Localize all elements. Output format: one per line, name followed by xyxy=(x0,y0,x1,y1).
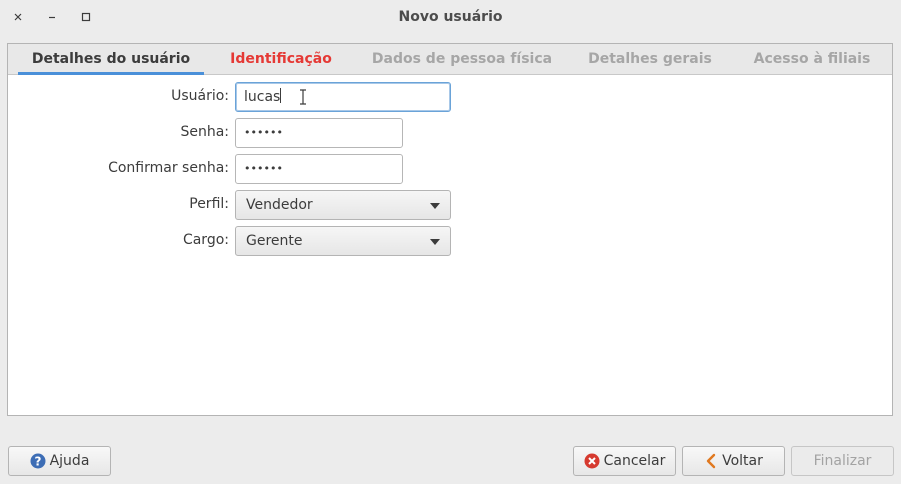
cargo-label: Cargo: xyxy=(182,232,229,248)
cancel-button[interactable]: Cancelar xyxy=(573,446,676,476)
confirmar-senha-row: Confirmar senha: xyxy=(0,154,229,184)
usuario-row: Usuário: xyxy=(0,82,229,112)
back-arrow-icon xyxy=(704,453,718,469)
usuario-value: lucas xyxy=(244,89,281,105)
tab-bar: Detalhes do usuário Identificação Dados … xyxy=(8,44,892,75)
chevron-down-icon xyxy=(430,203,440,209)
tab-dados-de-pessoa-fisica[interactable]: Dados de pessoa física xyxy=(368,44,556,75)
cancel-button-label: Cancelar xyxy=(603,453,666,469)
cargo-row: Cargo: xyxy=(0,226,229,256)
cancel-icon xyxy=(584,453,600,469)
finish-button-label: Finalizar xyxy=(813,453,872,469)
back-button[interactable]: Voltar xyxy=(682,446,785,476)
cargo-select[interactable]: Gerente xyxy=(235,226,451,256)
tab-acesso-a-filiais[interactable]: Acesso à filiais xyxy=(746,44,878,75)
text-caret xyxy=(280,88,282,103)
usuario-input[interactable]: lucas xyxy=(235,82,451,112)
senha-label: Senha: xyxy=(180,124,229,140)
back-button-label: Voltar xyxy=(722,453,763,469)
senha-input[interactable]: •••••• xyxy=(235,118,403,148)
perfil-label: Perfil: xyxy=(189,196,229,212)
confirmar-senha-label: Confirmar senha: xyxy=(108,160,229,176)
confirmar-senha-input[interactable]: •••••• xyxy=(235,154,403,184)
help-icon: ? xyxy=(30,453,46,469)
finish-button[interactable]: Finalizar xyxy=(791,446,894,476)
tab-identificacao[interactable]: Identificação xyxy=(220,44,342,75)
perfil-row: Perfil: xyxy=(0,190,229,220)
perfil-select[interactable]: Vendedor xyxy=(235,190,451,220)
title-bar: Novo usuário xyxy=(0,0,901,36)
text-cursor-icon xyxy=(300,89,306,105)
perfil-value: Vendedor xyxy=(246,197,313,213)
chevron-down-icon xyxy=(430,239,440,245)
help-button[interactable]: ? Ajuda xyxy=(8,446,111,476)
usuario-label: Usuário: xyxy=(171,88,229,104)
cargo-value: Gerente xyxy=(246,233,303,249)
tab-detalhes-gerais[interactable]: Detalhes gerais xyxy=(580,44,720,75)
svg-text:?: ? xyxy=(34,455,41,469)
help-button-label: Ajuda xyxy=(49,453,90,469)
tab-detalhes-do-usuario[interactable]: Detalhes do usuário xyxy=(18,44,204,75)
window-title: Novo usuário xyxy=(398,9,503,25)
senha-row: Senha: xyxy=(0,118,229,148)
